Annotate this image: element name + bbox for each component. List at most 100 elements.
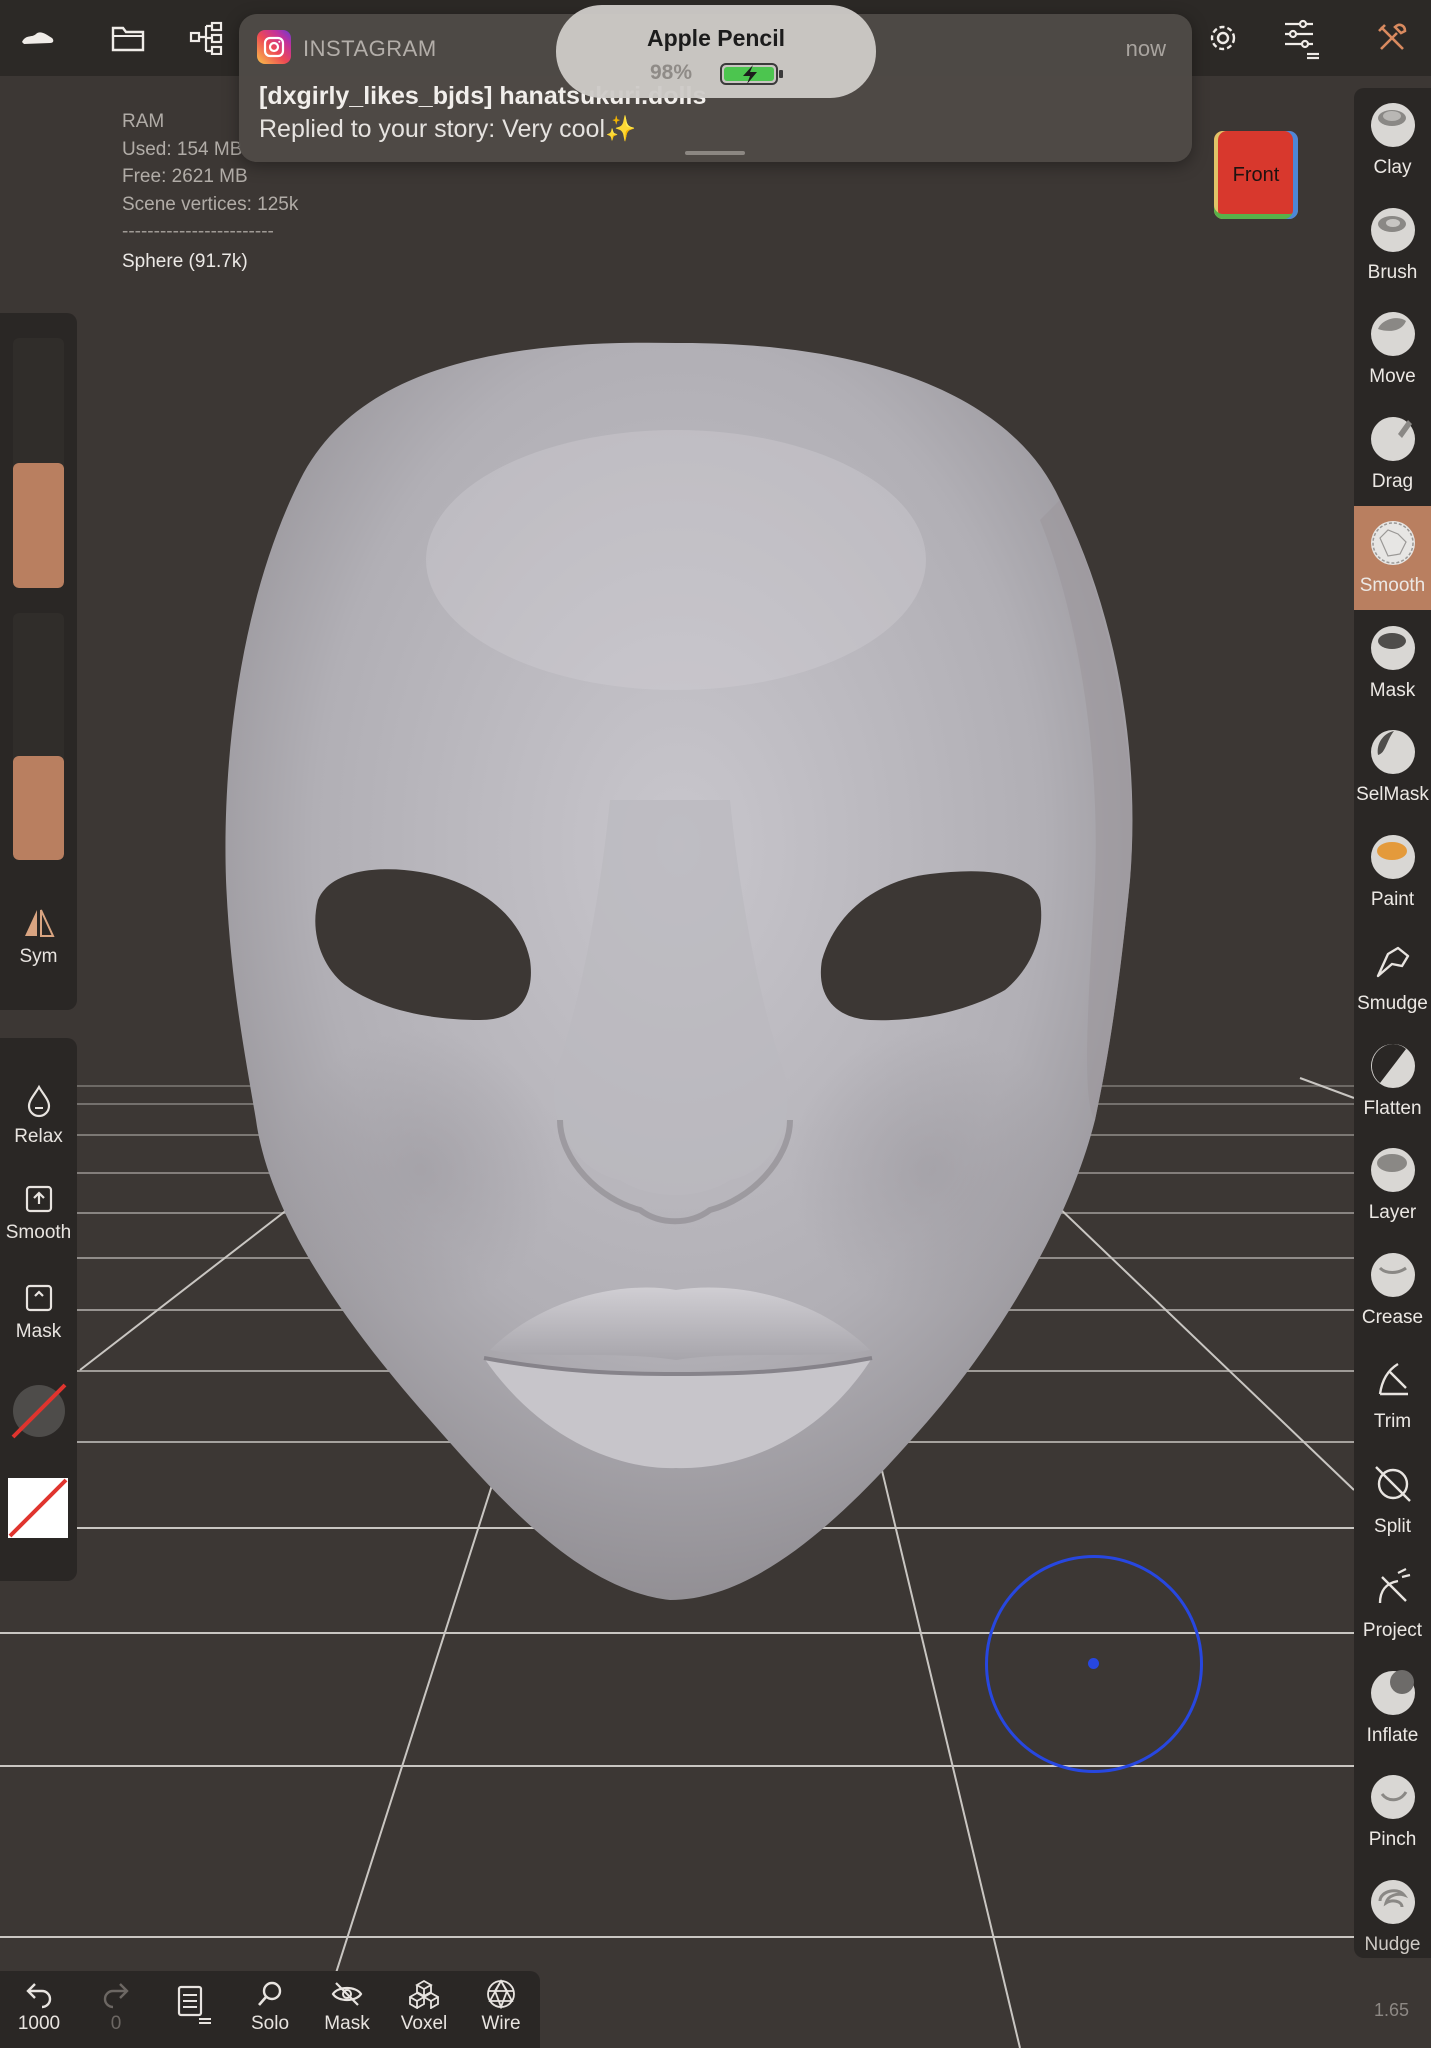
mask-button[interactable]: Mask [0,1283,77,1343]
view-cube-front[interactable]: Front [1214,131,1298,219]
solo-label: Solo [250,2013,290,2034]
bottom-toolbar: 1000 0 Solo Mask Voxel Wire [0,1971,540,2048]
brush-icon [1368,205,1418,255]
brush-cursor-circle [985,1555,1203,1773]
pencil-battery-percent: 98% [650,61,693,84]
battery-charging-icon [719,61,785,92]
tool-label: Layer [1368,1202,1417,1223]
brush-cursor-center [1088,1658,1099,1669]
droplet-icon [27,1084,50,1118]
settings-gear-icon[interactable] [1199,14,1247,62]
eye-slash-icon [331,1982,363,2006]
redo-count: 0 [110,2013,122,2034]
tool-clay[interactable]: Clay [1354,88,1431,192]
tool-label: Paint [1370,888,1415,910]
radius-slider-fill [13,463,64,588]
intensity-slider-fill [13,756,64,860]
tool-label: Inflate [1366,1724,1419,1746]
solo-button[interactable]: Solo [237,1979,303,2035]
paint-icon [1368,832,1418,882]
tool-label: Mask [1369,679,1416,701]
scene-tree-icon[interactable] [182,14,230,62]
tool-flatten[interactable]: Flatten [1354,1029,1431,1133]
tool-label: Smooth [1359,575,1426,596]
tool-nudge[interactable]: Nudge [1354,1865,1431,1959]
move-icon [1368,309,1418,359]
instagram-icon [257,30,291,64]
tool-pinch[interactable]: Pinch [1354,1760,1431,1864]
notification-grabber[interactable] [685,151,745,155]
mask-visibility-button[interactable]: Mask [314,1979,380,2035]
tools-icon[interactable] [1368,14,1416,62]
paint-color-swatch[interactable] [8,1478,68,1538]
sculpted-face-model [225,342,1133,1601]
tool-label: Trim [1373,1411,1412,1432]
tool-label: Clay [1373,157,1412,178]
tool-brush[interactable]: Brush [1354,193,1431,297]
selmask-icon [1368,727,1418,777]
tool-smooth[interactable]: Smooth [1354,506,1431,610]
pencil-battery-pill: Apple Pencil 98% [556,5,876,98]
relax-button[interactable]: Relax [0,1084,77,1148]
drag-icon [1368,414,1418,464]
ram-free: Free: 2621 MB [122,166,248,187]
smooth-button[interactable]: Smooth [0,1184,77,1244]
wireframe-button[interactable]: Wire [468,1979,534,2035]
flatten-icon [1368,1041,1418,1091]
tool-move[interactable]: Move [1354,297,1431,401]
redo-button[interactable]: 0 [83,1979,149,2035]
tool-drag[interactable]: Drag [1354,402,1431,506]
layers-menu-button[interactable] [160,1979,226,2029]
voxel-button[interactable]: Voxel [391,1979,457,2035]
selected-object[interactable]: Sphere (91.7k) [122,248,298,276]
left-action-panel: Relax Smooth Mask [0,1038,77,1581]
tool-smudge[interactable]: Smudge [1354,924,1431,1028]
tool-layer[interactable]: Layer [1354,1133,1431,1237]
inflate-icon [1368,1668,1418,1718]
tool-inflate[interactable]: Inflate [1354,1656,1431,1760]
tool-split[interactable]: Split [1354,1447,1431,1551]
undo-count: 1000 [17,2013,61,2034]
notification-app-name: INSTAGRAM [303,36,437,61]
tool-paint[interactable]: Paint [1354,820,1431,924]
undo-button[interactable]: 1000 [6,1979,72,2035]
undo-icon [26,1983,52,2009]
wireframe-icon [487,1979,515,2009]
tool-label: Crease [1361,1306,1424,1328]
tool-label: Split [1374,1515,1411,1537]
folder-icon[interactable] [104,14,152,62]
tool-crease[interactable]: Crease [1354,1238,1431,1342]
voxel-cubes-icon [409,1979,439,2009]
shoe-logo-icon[interactable] [14,14,62,62]
scene-vertices: Scene vertices: 125k [122,193,299,215]
notification-time: now [1125,36,1166,61]
sculpt-viewport[interactable] [0,0,1431,2048]
mask-icon [1368,623,1418,673]
tool-label: Smudge [1357,993,1428,1014]
material-color-swatch[interactable] [11,1383,67,1439]
notebook-icon [177,1985,211,2024]
crease-icon [1368,1250,1418,1300]
tool-label: Flatten [1363,1097,1422,1119]
sliders-icon[interactable] [1277,14,1325,62]
redo-icon [103,1983,129,2009]
symmetry-icon [24,909,55,937]
tool-label: SelMask [1356,784,1429,805]
mask-label: Mask [15,1321,62,1342]
trim-icon [1368,1354,1418,1404]
split-icon [1368,1459,1418,1509]
radius-slider[interactable] [13,338,64,588]
intensity-slider[interactable] [13,613,64,860]
search-icon [258,1981,282,2006]
tool-project[interactable]: Project [1354,1551,1431,1655]
tool-mask[interactable]: Mask [1354,611,1431,715]
tool-label: Move [1369,366,1416,387]
left-slider-panel: Sym [0,313,77,1010]
tool-trim[interactable]: Trim [1354,1342,1431,1446]
pinch-icon [1368,1772,1418,1822]
clay-icon [1368,100,1418,150]
voxel-label: Voxel [400,2013,448,2034]
tool-selmask[interactable]: SelMask [1354,715,1431,819]
sculpt-tools-panel: Clay Brush Move Drag Smooth Mask SelMask Paint S… [1354,88,1431,1958]
symmetry-toggle[interactable]: Sym [0,908,77,968]
